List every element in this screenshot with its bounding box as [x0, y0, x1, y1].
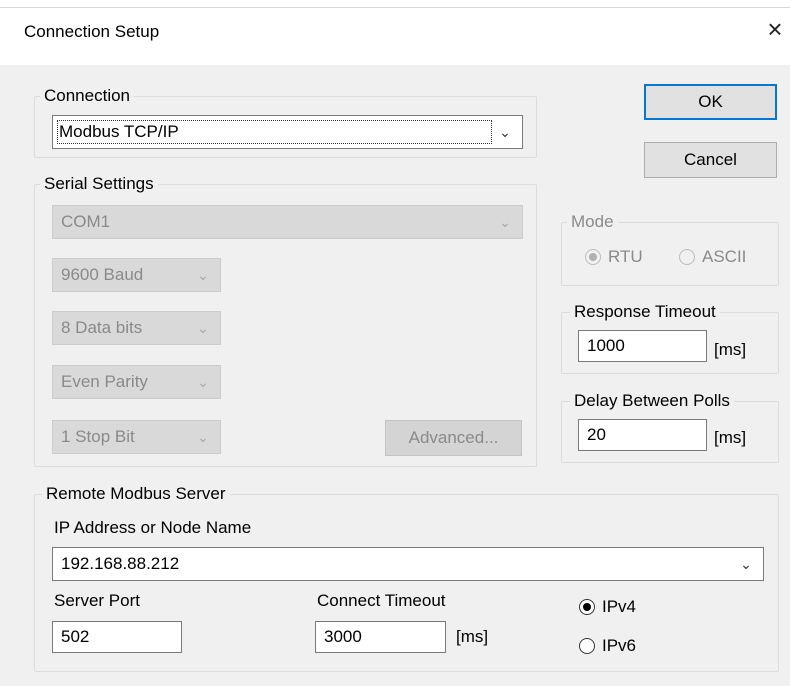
parity-value: Even Parity	[61, 372, 148, 391]
stop-bits-select[interactable]: 1 Stop Bit ⌄	[52, 420, 221, 454]
chevron-down-icon: ⌄	[197, 320, 209, 336]
ipv6-radio[interactable]	[579, 638, 595, 654]
ascii-radio[interactable]	[679, 249, 695, 265]
connection-type-select[interactable]: Modbus TCP/IP ⌄	[52, 115, 523, 149]
chevron-down-icon: ⌄	[197, 429, 209, 445]
close-icon[interactable]: ×	[760, 14, 790, 44]
data-bits-select[interactable]: 8 Data bits ⌄	[52, 311, 221, 345]
connection-type-value: Modbus TCP/IP	[59, 122, 179, 141]
ip-address-value: 192.168.88.212	[61, 554, 180, 573]
server-port-label: Server Port	[54, 591, 140, 610]
chevron-down-icon: ⌄	[499, 124, 511, 140]
delay-between-polls-legend: Delay Between Polls	[570, 391, 734, 411]
delay-between-polls-unit: [ms]	[714, 428, 747, 447]
delay-between-polls-input[interactable]: 20	[578, 419, 707, 451]
ip-address-select[interactable]: 192.168.88.212 ⌄	[52, 547, 764, 581]
com-port-value: COM1	[61, 212, 111, 231]
response-timeout-legend: Response Timeout	[570, 302, 720, 322]
chevron-down-icon: ⌄	[197, 374, 209, 390]
baud-rate-value: 9600 Baud	[61, 265, 144, 284]
response-timeout-input[interactable]: 1000	[578, 330, 707, 362]
connect-timeout-label: Connect Timeout	[317, 591, 446, 610]
data-bits-value: 8 Data bits	[61, 318, 143, 337]
chevron-down-icon: ⌄	[197, 267, 209, 283]
parity-select[interactable]: Even Parity ⌄	[52, 365, 221, 399]
rtu-label[interactable]: RTU	[608, 247, 643, 267]
connect-timeout-unit: [ms]	[456, 627, 489, 646]
ipv4-label[interactable]: IPv4	[602, 597, 636, 617]
ascii-label[interactable]: ASCII	[702, 247, 746, 267]
connection-legend: Connection	[40, 86, 135, 106]
baud-rate-select[interactable]: 9600 Baud ⌄	[52, 258, 221, 292]
stop-bits-value: 1 Stop Bit	[61, 427, 135, 446]
cancel-button[interactable]: Cancel	[644, 142, 777, 178]
ok-button[interactable]: OK	[644, 84, 777, 120]
remote-modbus-server-legend: Remote Modbus Server	[42, 484, 230, 504]
ip-address-label: IP Address or Node Name	[54, 518, 252, 537]
ipv6-label[interactable]: IPv6	[602, 636, 636, 656]
ipv4-radio[interactable]	[579, 599, 595, 615]
server-port-input[interactable]: 502	[52, 621, 182, 653]
com-port-select[interactable]: COM1 ⌄	[52, 205, 523, 239]
rtu-radio[interactable]	[585, 249, 601, 265]
mode-legend: Mode	[567, 212, 618, 232]
chevron-down-icon: ⌄	[740, 556, 752, 572]
background-top-edge	[0, 0, 790, 8]
chevron-down-icon: ⌄	[499, 214, 511, 230]
advanced-button[interactable]: Advanced...	[385, 420, 522, 456]
response-timeout-unit: [ms]	[714, 340, 747, 359]
connect-timeout-input[interactable]: 3000	[315, 621, 446, 653]
dialog-title: Connection Setup	[24, 22, 160, 41]
serial-settings-legend: Serial Settings	[40, 174, 158, 194]
